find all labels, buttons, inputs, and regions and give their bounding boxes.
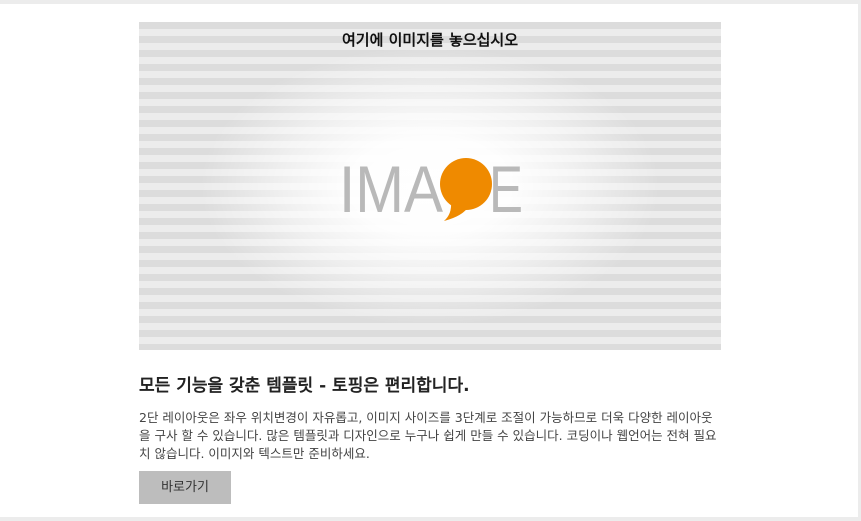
go-button[interactable]: 바로가기 bbox=[139, 471, 231, 504]
speech-bubble-icon bbox=[440, 158, 492, 221]
image-placeholder: 여기에 이미지를 놓으십시오 IMA E bbox=[139, 22, 721, 350]
image-logo: IMA E bbox=[339, 152, 523, 222]
logo-text-left: IMA bbox=[339, 152, 443, 222]
image-caption: 여기에 이미지를 놓으십시오 bbox=[341, 31, 519, 49]
section-body-text: 2단 레이아웃은 좌우 위치변경이 자유롭고, 이미지 사이즈를 3단계로 조절… bbox=[139, 410, 717, 461]
page-frame: 여기에 이미지를 놓으십시오 IMA E 모든 기능을 갖춘 템플릿 - 토핑은… bbox=[0, 4, 858, 517]
logo-text-right: E bbox=[489, 152, 523, 222]
section-headline: 모든 기능을 갖춘 템플릿 - 토핑은 편리합니다. bbox=[139, 376, 470, 396]
content-block: 여기에 이미지를 놓으십시오 IMA E 모든 기능을 갖춘 템플릿 - 토핑은… bbox=[139, 22, 721, 504]
